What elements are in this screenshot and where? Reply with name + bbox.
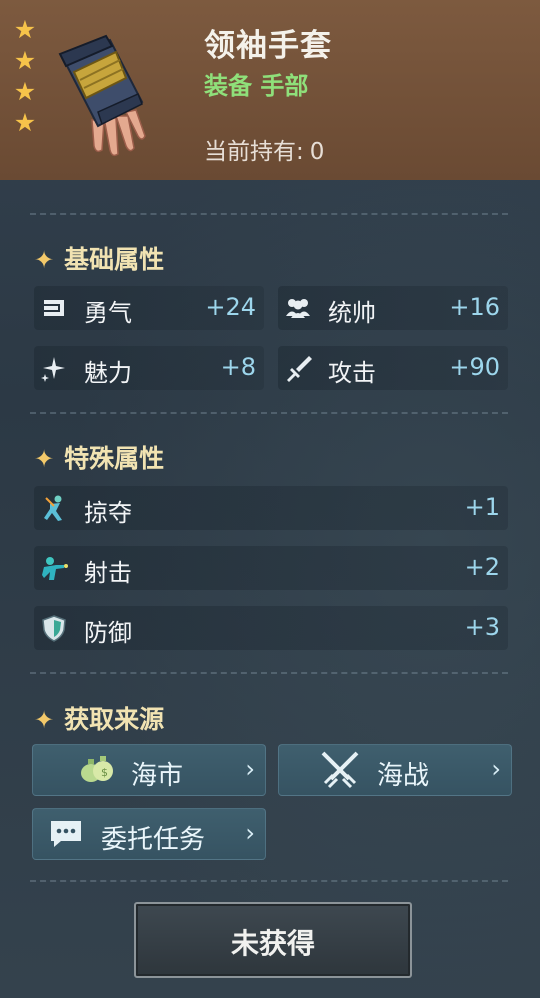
sparkle-icon: ✦ — [34, 706, 55, 734]
stat-defense: 防御 +3 — [34, 606, 508, 650]
star-icon: ★ — [13, 77, 37, 106]
star-rating: ★ ★ ★ ★ — [12, 14, 38, 138]
divider — [30, 213, 508, 215]
crossed-swords-icon — [321, 751, 359, 789]
divider — [30, 880, 508, 882]
section-title-text: 获取来源 — [64, 705, 165, 734]
item-name: 领袖手套 — [204, 28, 332, 64]
stat-label: 勇气 — [84, 299, 132, 327]
glove-icon — [58, 34, 146, 157]
source-label: 海市 — [131, 761, 184, 791]
chevron-right-icon: › — [245, 819, 255, 847]
section-title-text: 特殊属性 — [64, 444, 165, 473]
source-button-market[interactable]: $ 海市 › — [32, 744, 266, 796]
stat-leadership: 统帅 +16 — [278, 286, 508, 330]
item-detail-panel: ★ ★ ★ ★ 领袖手套 装备 手部 当前持有: 0 ✦ 基础属性 勇气 +24… — [0, 0, 540, 998]
stat-label: 掠夺 — [84, 499, 132, 527]
source-label: 海战 — [377, 761, 430, 791]
stat-charm: 魅力 +8 — [34, 346, 264, 390]
stat-value: +8 — [220, 353, 256, 381]
sparkle-icon: ✦ — [34, 445, 55, 473]
section-title-special: ✦ 特殊属性 — [34, 439, 164, 475]
source-button-naval-battle[interactable]: 海战 › — [278, 744, 512, 796]
svg-text:$: $ — [101, 766, 108, 779]
star-icon: ★ — [13, 108, 37, 137]
people-icon — [286, 299, 310, 318]
sparkle-icon — [41, 357, 65, 382]
chevron-right-icon: › — [245, 755, 255, 783]
plunder-icon — [44, 495, 62, 521]
source-button-commission[interactable]: 委托任务 › — [32, 808, 266, 860]
shooter-icon — [42, 557, 68, 580]
stat-value: +1 — [464, 493, 500, 521]
section-title-base: ✦ 基础属性 — [34, 240, 164, 276]
chevron-right-icon: › — [491, 755, 501, 783]
button-label: 未获得 — [230, 927, 315, 960]
section-title-text: 基础属性 — [64, 245, 165, 274]
chat-bubble-icon — [51, 821, 81, 847]
owned-count: 0 — [309, 139, 325, 165]
stat-value: +90 — [449, 353, 500, 381]
money-bags-icon: $ — [81, 756, 113, 782]
stat-label: 统帅 — [328, 299, 376, 327]
stat-value: +3 — [464, 613, 500, 641]
stat-label: 射击 — [84, 559, 132, 587]
stat-value: +16 — [449, 293, 500, 321]
item-header: ★ ★ ★ ★ 领袖手套 装备 手部 当前持有: 0 — [0, 0, 540, 180]
star-icon: ★ — [13, 46, 37, 75]
stat-attack: 攻击 +90 — [278, 346, 508, 390]
stat-label: 魅力 — [84, 359, 132, 387]
sword-icon — [287, 356, 312, 382]
owned-count-row: 当前持有: 0 — [204, 132, 324, 166]
stat-plunder: 掠夺 +1 — [34, 486, 508, 530]
divider — [30, 672, 508, 674]
stat-value: +24 — [205, 293, 256, 321]
sparkle-icon: ✦ — [34, 246, 55, 274]
star-icon: ★ — [13, 15, 37, 44]
section-title-source: ✦ 获取来源 — [34, 700, 164, 736]
owned-label: 当前持有: — [204, 139, 304, 165]
source-label: 委托任务 — [101, 825, 206, 855]
stat-value: +2 — [464, 553, 500, 581]
stat-label: 攻击 — [328, 359, 376, 387]
stat-label: 防御 — [84, 619, 132, 647]
shield-icon — [42, 615, 66, 642]
stat-shooting: 射击 +2 — [34, 546, 508, 590]
item-type: 装备 手部 — [204, 72, 309, 100]
stat-courage: 勇气 +24 — [34, 286, 264, 330]
not-obtained-button[interactable]: 未获得 — [134, 902, 412, 978]
fist-icon — [44, 300, 64, 316]
divider — [30, 412, 508, 414]
